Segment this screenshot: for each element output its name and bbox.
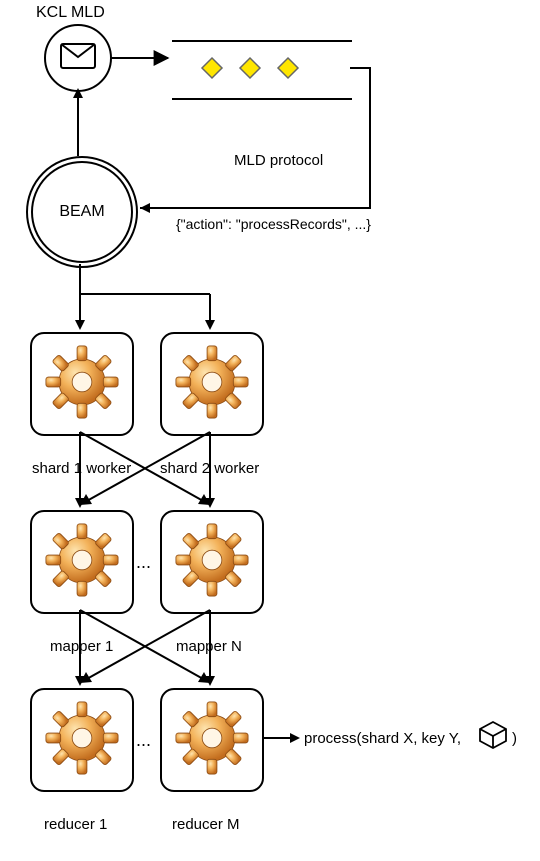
split-beam-to-workers — [40, 264, 240, 334]
gear-icon — [41, 519, 123, 605]
process-call-suffix: ) — [512, 730, 517, 747]
gear-icon — [41, 341, 123, 427]
action-json-label: {"action": "processRecords", ...} — [176, 216, 371, 232]
reducer-m-node — [160, 688, 264, 792]
arrow-stream-to-beam — [120, 68, 380, 228]
gear-icon — [171, 341, 253, 427]
stream-bottom-line — [172, 98, 352, 100]
record-diamond-icon — [200, 56, 224, 84]
gear-icon — [171, 697, 253, 783]
kcl-mld-node — [44, 24, 112, 92]
envelope-icon — [60, 43, 96, 73]
stream-top-line — [172, 40, 352, 42]
diagram-title: KCL MLD — [36, 4, 105, 22]
arrow-reducer-to-process — [260, 728, 300, 748]
reducer-m-label: reducer M — [172, 816, 240, 833]
cube-icon — [478, 720, 508, 750]
shard-2-worker-node — [160, 332, 264, 436]
stream-records — [200, 56, 300, 84]
mappers-ellipsis: ... — [136, 552, 151, 573]
arrow-beam-to-kcl — [68, 88, 88, 158]
arrow-kcl-to-stream — [108, 48, 172, 68]
shard-1-worker-node — [30, 332, 134, 436]
reducer-1-label: reducer 1 — [44, 816, 107, 833]
mld-protocol-label: MLD protocol — [234, 152, 323, 169]
mapper-n-label: mapper N — [176, 638, 242, 655]
mapper-1-label: mapper 1 — [50, 638, 113, 655]
mapper-n-node — [160, 510, 264, 614]
reducers-ellipsis: ... — [136, 730, 151, 751]
reducer-1-node — [30, 688, 134, 792]
beam-label: BEAM — [59, 203, 104, 221]
gear-icon — [41, 697, 123, 783]
gear-icon — [171, 519, 253, 605]
process-call-prefix: process(shard X, key Y, — [304, 730, 461, 747]
record-diamond-icon — [238, 56, 262, 84]
mapper-1-node — [30, 510, 134, 614]
beam-node: BEAM — [26, 156, 138, 268]
shard-1-worker-label: shard 1 worker — [32, 460, 131, 477]
record-diamond-icon — [276, 56, 300, 84]
shard-2-worker-label: shard 2 worker — [160, 460, 259, 477]
